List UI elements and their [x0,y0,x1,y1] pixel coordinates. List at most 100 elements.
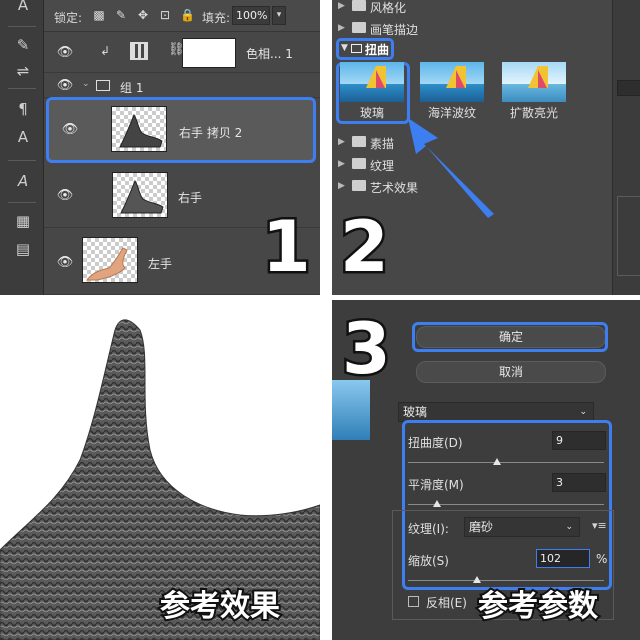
lock-artboard-icon[interactable]: ⊡ [158,8,172,22]
adjust-icon[interactable]: ⇌ [12,62,34,80]
settings-select[interactable] [617,80,640,96]
texture-label: 纹理(I): [408,522,449,536]
expand-chevron-icon[interactable]: ⌄ [82,79,90,89]
adjustment-icon [130,42,148,60]
expanded-arrow-icon[interactable]: ▼ [341,43,348,53]
folder-icon [352,158,366,169]
selected-layer-row[interactable]: 👁 右手 拷贝 2 [46,97,316,163]
layer-group-row[interactable]: 👁 ⌄ 组 1 [44,74,320,98]
note-icon[interactable]: ▤ [12,240,34,258]
step-number-1: 1 [260,206,314,288]
clip-arrow-icon: ↲ [100,44,111,58]
distortion-input[interactable]: 9 [552,431,606,450]
settings-column [612,0,640,295]
brush-icon[interactable]: ✎ [12,36,34,54]
chevron-down-icon: ⌄ [579,407,587,417]
folder-name: 画笔描边 [370,23,419,37]
fill-dropdown-icon[interactable]: ▾ [272,6,286,25]
fill-label: 填充: [202,11,231,25]
lock-label: 锁定: [54,11,83,25]
settings-group [617,196,640,276]
ok-highlight-frame [412,322,608,352]
filter-label: 玻璃 [359,106,384,120]
lock-pixels-icon[interactable]: ✎ [114,8,128,22]
distortion-slider-track[interactable] [408,462,604,463]
filter-thumb-ocean-ripple[interactable] [420,62,484,102]
collapsed-arrow-icon[interactable]: ▶ [338,23,345,33]
filter-label: 扩散亮光 [509,106,558,120]
type-tool-icon[interactable]: A [12,0,34,14]
scale-slider-handle[interactable] [473,576,481,583]
divider [8,202,36,203]
visibility-eye-icon[interactable]: 👁 [56,79,74,92]
divider [8,160,36,161]
tool-strip: A ✎ ⇌ ¶ A A ▦ ▤ [0,0,44,295]
lock-transparent-icon[interactable]: ▩ [92,8,106,22]
layers-panel: A ✎ ⇌ ¶ A A ▦ ▤ 锁定: ▩ ✎ ✥ ⊡ 🔒 填充: 100% ▾… [0,0,320,295]
folder-icon [352,0,366,11]
scale-unit: % [596,552,608,566]
texture-select[interactable]: 磨砂 ⌄ [464,517,580,537]
layer-name: 右手 [178,191,203,205]
scale-input[interactable]: 102 [536,549,590,568]
character-icon[interactable]: A [12,128,34,146]
collapsed-arrow-icon[interactable]: ▶ [338,137,345,147]
folder-row[interactable]: ▶ 风格化 [332,0,640,18]
layer-name: 右手 拷贝 2 [179,126,243,140]
layer-row[interactable]: 👁 ↲ ⛓ 色相... 1 [44,33,320,73]
collapsed-arrow-icon[interactable]: ▶ [338,1,345,11]
filter-select-value: 玻璃 [403,405,428,419]
glyphs-icon[interactable]: A [12,172,34,190]
table-icon[interactable]: ▦ [12,212,34,230]
smoothness-input[interactable]: 3 [552,473,606,492]
distortion-label: 扭曲度(D) [408,436,463,450]
pointer-arrow-icon [408,118,494,218]
folder-icon [352,136,366,147]
invert-checkbox[interactable] [408,596,419,607]
visibility-eye-icon[interactable]: 👁 [56,189,74,202]
cancel-button[interactable]: 取消 [416,361,606,383]
active-folder-row[interactable]: ▼ 扭曲 [336,38,394,60]
glass-parameters-panel: 确定 取消 玻璃 ⌄ 扭曲度(D) 9 平滑度(M) 3 纹理(I): 磨砂 ⌄… [332,300,640,640]
layer-name: 色相... 1 [246,47,293,61]
texture-select-value: 磨砂 [469,520,494,534]
filter-thumb-diffuse-glow[interactable] [502,62,566,102]
distortion-slider-handle[interactable] [493,458,501,465]
smoothness-slider-handle[interactable] [433,500,441,507]
scale-label: 缩放(S) [408,554,449,568]
reference-params-caption: 参考参数 [476,588,600,626]
fill-input[interactable]: 100% [232,6,270,25]
step-number-2: 2 [338,206,392,288]
layer-mask-thumbnail[interactable] [182,38,236,68]
lock-all-icon[interactable]: 🔒 [180,8,195,22]
layer-thumbnail [82,237,138,283]
collapsed-arrow-icon[interactable]: ▶ [338,159,345,169]
paragraph-icon[interactable]: ¶ [12,100,34,118]
folder-icon [96,80,110,91]
visibility-eye-icon[interactable]: 👁 [56,256,74,269]
folder-name: 纹理 [370,159,395,173]
visibility-eye-icon[interactable]: 👁 [61,123,79,136]
filter-select[interactable]: 玻璃 ⌄ [398,402,594,422]
folder-name: 风格化 [370,1,407,15]
layer-thumbnail [111,106,167,152]
scale-slider-track[interactable] [408,580,604,581]
folder-name: 素描 [370,137,395,151]
folder-row[interactable]: ▶ 画笔描边 [332,18,640,40]
folder-icon [352,22,366,33]
chevron-down-icon: ⌄ [565,522,573,532]
folder-name: 扭曲 [365,43,390,57]
group-name: 组 1 [120,81,144,95]
texture-menu-icon[interactable]: ▾≡ [592,519,607,532]
filter-thumb-glass[interactable] [340,62,404,102]
folder-icon [351,44,362,53]
reference-effect-caption: 参考效果 [158,588,282,626]
divider [8,26,36,27]
lock-position-icon[interactable]: ✥ [136,8,150,22]
reference-effect-panel: 参考效果 [0,300,320,640]
layer-name: 左手 [148,257,173,271]
collapsed-arrow-icon[interactable]: ▶ [338,181,345,191]
visibility-eye-icon[interactable]: 👁 [56,46,74,59]
layer-thumbnail [112,172,168,218]
smoothness-label: 平滑度(M) [408,478,464,492]
